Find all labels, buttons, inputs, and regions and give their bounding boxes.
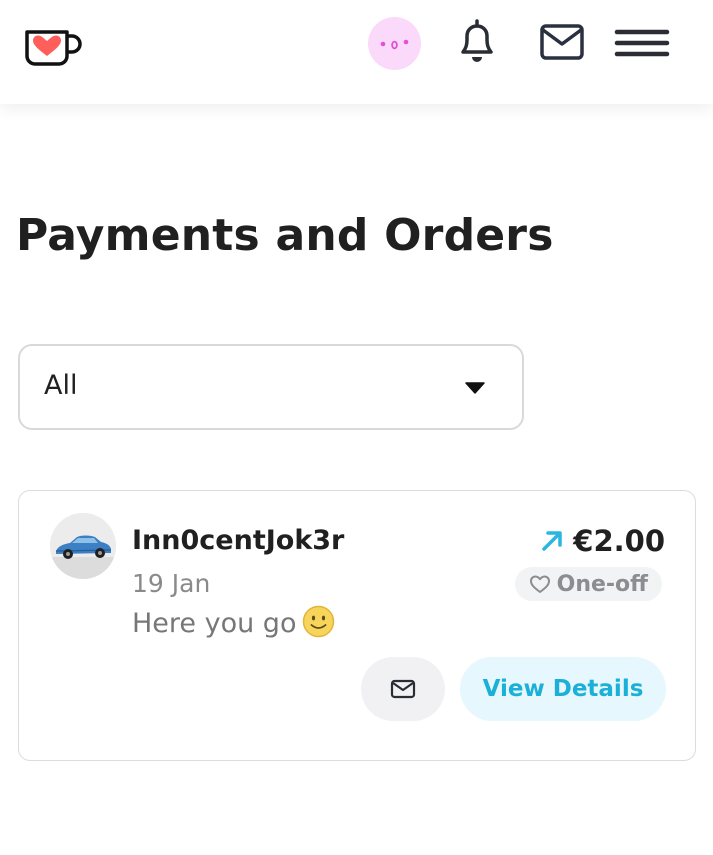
arrow-up-right-icon: [542, 531, 563, 551]
payment-message-text: Here you go: [132, 608, 297, 639]
payment-type-label: One-off: [556, 571, 648, 597]
smiling-face-emoji-icon: [303, 605, 335, 638]
payment-date: 19 Jan: [132, 569, 211, 598]
caret-down-icon: [465, 382, 485, 394]
payment-amount: €2.00: [573, 524, 665, 558]
envelope-icon: [390, 679, 416, 699]
top-navigation-bar: [0, 0, 713, 104]
view-details-label: View Details: [482, 676, 644, 702]
payment-card: Inn0centJok3r 19 Jan Here you go €2.00 O…: [18, 490, 696, 761]
face-avatar-icon: [380, 39, 409, 50]
hamburger-menu-icon[interactable]: [614, 28, 670, 60]
supporter-name[interactable]: Inn0centJok3r: [132, 523, 344, 559]
view-details-button[interactable]: View Details: [460, 657, 666, 721]
filter-selected-value: All: [44, 370, 78, 401]
car-avatar-image: [50, 513, 116, 579]
message-supporter-button[interactable]: [361, 657, 445, 721]
payment-message: Here you go: [132, 605, 335, 643]
supporter-avatar[interactable]: [50, 513, 116, 579]
payment-type-badge: One-off: [514, 567, 662, 601]
payment-amount-group: €2.00: [539, 523, 665, 559]
page-title: Payments and Orders: [16, 210, 554, 261]
heart-mug-logo-icon[interactable]: [24, 26, 82, 68]
messages-envelope-icon[interactable]: [538, 22, 586, 62]
notifications-bell-icon[interactable]: [455, 18, 499, 64]
user-avatar-button[interactable]: [368, 17, 421, 70]
heart-outline-icon: [529, 575, 550, 593]
payment-filter-dropdown[interactable]: All: [18, 344, 524, 430]
